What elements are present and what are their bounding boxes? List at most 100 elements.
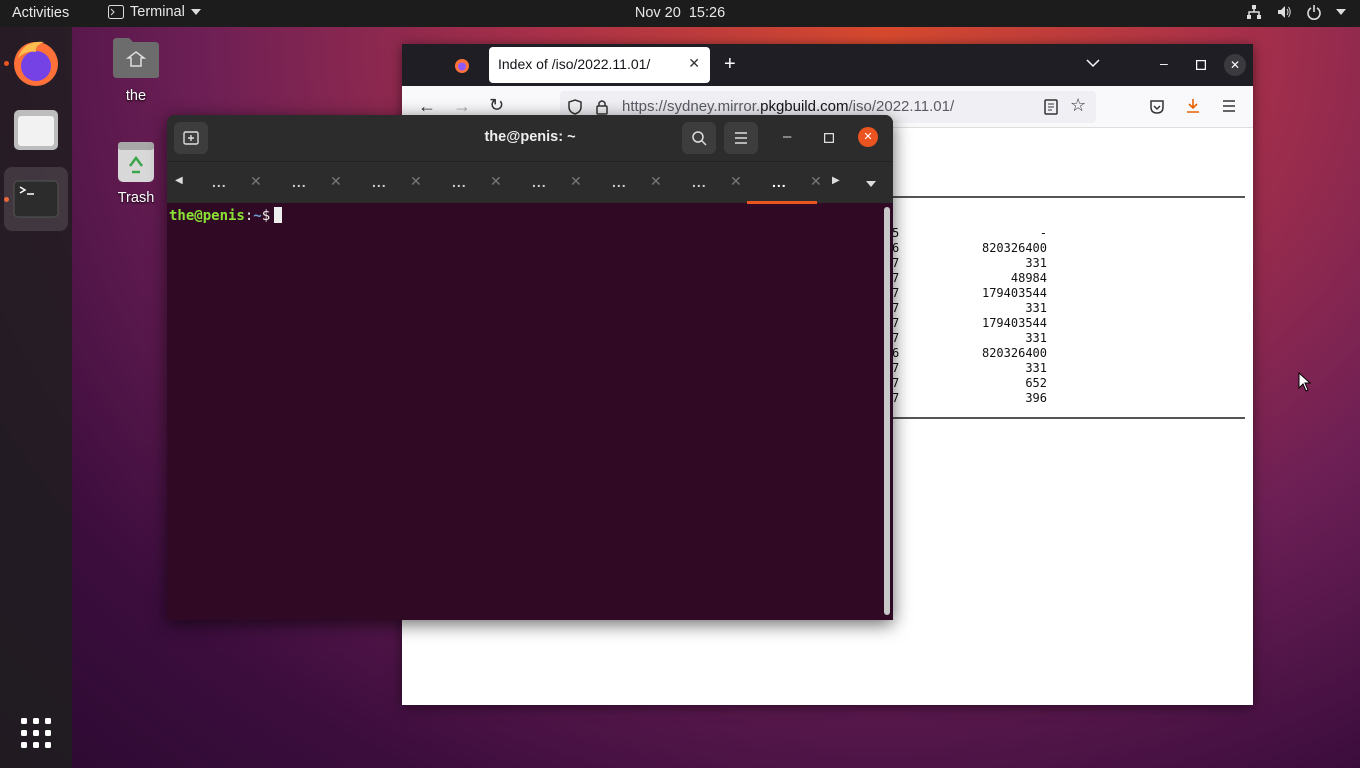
terminal-tab[interactable]: ... ✕ [742, 162, 822, 204]
reload-icon[interactable]: ↻ [489, 95, 504, 116]
new-tab-icon[interactable]: + [724, 53, 736, 76]
close-tab-icon[interactable]: ✕ [688, 55, 700, 72]
files-icon [14, 110, 58, 150]
close-tab-icon[interactable]: ✕ [650, 173, 662, 190]
terminal-tab-label: ... [292, 174, 307, 190]
close-tab-icon[interactable]: ✕ [410, 173, 422, 190]
bookmark-star-icon[interactable]: ☆ [1070, 95, 1086, 116]
power-icon [1307, 5, 1321, 20]
minimize-icon[interactable]: – [783, 128, 791, 145]
terminal-tab-bar: ◀ ... ✕... ✕... ✕... ✕... ✕... ✕... ✕... ✕ ▶ [167, 161, 893, 204]
maximize-icon[interactable] [1196, 60, 1206, 70]
show-applications-button[interactable] [20, 717, 52, 749]
scroll-tabs-right-icon[interactable]: ▶ [832, 175, 840, 186]
pocket-icon[interactable] [1149, 99, 1165, 115]
maximize-icon[interactable] [824, 133, 834, 143]
close-window-button[interactable]: ✕ [858, 127, 878, 147]
shield-icon [568, 99, 582, 115]
listing-size: 820326400 [981, 241, 1047, 255]
listing-size: 331 [1025, 331, 1047, 345]
prompt-symbol: $ [261, 208, 271, 224]
top-bar: Activities Terminal Nov 20 15:26 [0, 0, 1360, 27]
terminal-tab[interactable]: ... ✕ [182, 162, 262, 204]
terminal-tab[interactable]: ... ✕ [582, 162, 662, 204]
back-icon[interactable]: ← [418, 96, 436, 117]
desktop-trash[interactable]: Trash [106, 140, 166, 206]
url-host: pkgbuild.com [760, 98, 849, 115]
listing-row: 5- [892, 226, 1047, 241]
listing-row: 7 179403544 [892, 316, 1047, 331]
terminal-window: the@penis: ~ – ✕ ◀ ... ✕... ✕... ✕... ✕... ✕.… [167, 115, 893, 620]
url-path: /iso/2022.11.01/ [848, 98, 955, 115]
terminal-tab[interactable]: ... ✕ [262, 162, 342, 204]
close-tab-icon[interactable]: ✕ [330, 173, 342, 190]
listing-size: 48984 [1010, 271, 1047, 285]
desktop-home-label: the [125, 88, 147, 104]
listing-date-fragment: 6 [892, 346, 900, 360]
menu-icon[interactable] [1222, 100, 1236, 112]
terminal-tab[interactable]: ... ✕ [662, 162, 742, 204]
close-tab-icon[interactable]: ✕ [490, 173, 502, 190]
close-tab-icon[interactable]: ✕ [250, 173, 262, 190]
mouse-pointer-icon [1298, 372, 1312, 392]
system-tray[interactable] [1246, 4, 1346, 20]
dock-firefox[interactable] [4, 30, 68, 94]
search-icon [692, 131, 707, 146]
listing-date-fragment: 7 [892, 286, 900, 300]
file-listing: 5-6 820326400 7 331 7 48984 7 179403544 7 331 7 179… [892, 226, 1047, 406]
listing-date-fragment: 7 [892, 376, 900, 390]
tab-list-dropdown-icon[interactable] [866, 181, 876, 187]
clock[interactable]: Nov 20 15:26 [0, 5, 1360, 21]
search-button[interactable] [682, 122, 716, 154]
terminal-tab-label: ... [692, 174, 707, 190]
listing-size: 179403544 [981, 316, 1047, 330]
home-folder-icon [113, 38, 159, 78]
listing-date-fragment: 7 [892, 271, 900, 285]
listing-date-fragment: 5 [892, 226, 900, 240]
prompt-user: the@penis [169, 208, 245, 224]
reader-view-icon[interactable] [1044, 99, 1058, 115]
firefox-tab-icon[interactable] [453, 56, 471, 74]
list-tabs-icon[interactable] [1086, 58, 1100, 68]
minimize-icon[interactable]: – [1160, 55, 1168, 71]
url-prefix: https://sydney.mirror. [622, 98, 761, 115]
terminal-tab[interactable]: ... ✕ [502, 162, 582, 204]
text-cursor [274, 207, 283, 223]
close-window-button[interactable]: ✕ [1224, 54, 1246, 76]
firefox-active-tab[interactable]: Index of /iso/2022.11.01/ ✕ [489, 47, 710, 83]
listing-date-fragment: 7 [892, 331, 900, 345]
close-tab-icon[interactable]: ✕ [810, 173, 822, 190]
downloads-icon[interactable] [1185, 98, 1201, 114]
network-icon [1247, 5, 1261, 19]
desktop-home-folder[interactable]: the [106, 36, 166, 104]
terminal-tab-label: ... [212, 174, 227, 190]
dock-files[interactable] [4, 98, 68, 162]
listing-row: 7 331 [892, 361, 1047, 376]
close-tab-icon[interactable]: ✕ [730, 173, 742, 190]
terminal-tab[interactable]: ... ✕ [342, 162, 422, 204]
listing-row: 7 331 [892, 256, 1047, 271]
hamburger-menu-button[interactable] [724, 122, 758, 154]
hamburger-icon [735, 132, 747, 144]
terminal-scrollbar[interactable] [884, 207, 890, 615]
listing-row: 7 48984 [892, 271, 1047, 286]
terminal-tab[interactable]: ... ✕ [422, 162, 502, 204]
listing-row: 7 331 [892, 331, 1047, 346]
forward-icon[interactable]: → [453, 96, 471, 117]
listing-date-fragment: 7 [892, 316, 900, 330]
listing-size: 331 [1025, 361, 1047, 375]
listing-date-fragment: 7 [892, 256, 900, 270]
listing-row: 7 652 [892, 376, 1047, 391]
dock-terminal[interactable] [4, 167, 68, 231]
listing-size: - [1039, 226, 1047, 240]
desktop-trash-label: Trash [117, 190, 155, 206]
prompt-directory: ~ [253, 208, 262, 224]
terminal-output[interactable]: the@penis:~$ [167, 203, 893, 620]
listing-row: 6 820326400 [892, 241, 1047, 256]
listing-size: 652 [1025, 376, 1047, 390]
terminal-header-bar: the@penis: ~ – ✕ [167, 115, 893, 161]
close-tab-icon[interactable]: ✕ [570, 173, 582, 190]
shell-prompt: the@penis:~$ [169, 207, 283, 224]
trash-icon [118, 142, 154, 182]
listing-row: 7 331 [892, 301, 1047, 316]
